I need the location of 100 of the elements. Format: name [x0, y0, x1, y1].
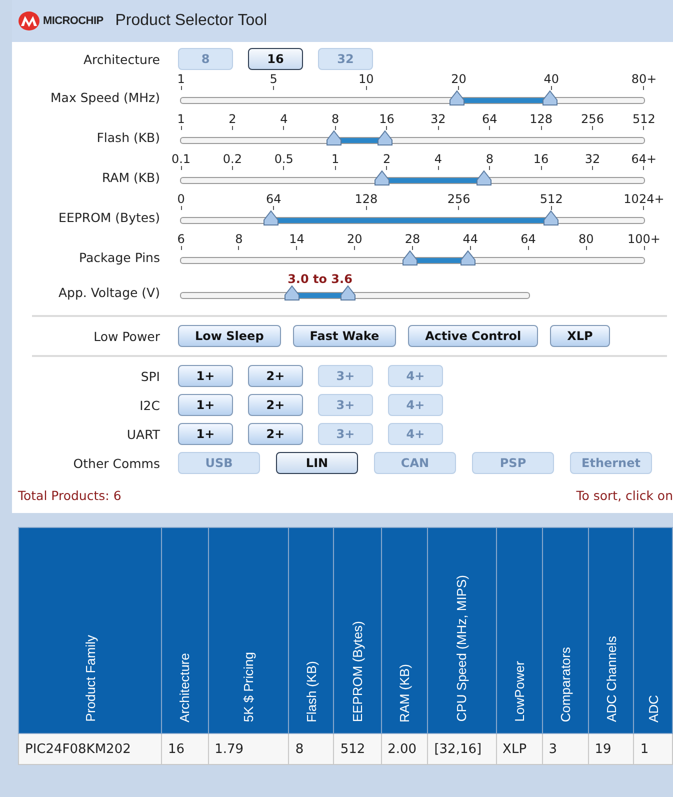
table-cell: 1	[634, 734, 672, 764]
column-header[interactable]: LowPower	[496, 528, 542, 734]
column-header[interactable]: Flash (KB)	[288, 528, 334, 734]
filter-label: Other Comms	[72, 456, 161, 470]
tick-label: 10	[358, 72, 374, 86]
tick-label: 128	[354, 192, 378, 206]
slider-thumb[interactable]	[460, 250, 476, 266]
column-header[interactable]: Architecture	[162, 528, 208, 734]
tick-label: 512	[540, 192, 563, 206]
tick-label: 20	[451, 72, 466, 86]
tick-label: 32	[430, 112, 446, 126]
tick-label: 0.2	[222, 152, 242, 166]
tick-label: 64	[520, 232, 536, 246]
filter-label: Architecture	[82, 52, 161, 66]
tick-label: 1	[177, 72, 185, 86]
filter-button[interactable]: Low Sleep	[178, 325, 281, 347]
filter-button[interactable]: Fast Wake	[292, 325, 396, 347]
filter-button[interactable]: 2+	[248, 423, 303, 445]
range-reading: 3.0 to 3.6	[288, 272, 352, 286]
tick-label: 1024+	[624, 192, 664, 206]
tick-label: 32	[584, 152, 600, 166]
slider-thumb[interactable]	[340, 285, 356, 301]
table-cell: 2.00	[381, 734, 428, 764]
tick-label: 8	[332, 112, 340, 126]
tick-label: 256	[447, 192, 470, 206]
filter-button[interactable]: Active Control	[408, 325, 538, 347]
tick-label: 8	[235, 232, 243, 246]
tick-label: 14	[289, 232, 304, 246]
filter-button[interactable]: 16	[248, 48, 303, 70]
slider-thumb[interactable]	[326, 130, 342, 146]
filter-button[interactable]: 1+	[178, 394, 233, 416]
filter-label: Flash (KB)	[96, 130, 161, 147]
tick-label: 44	[462, 232, 478, 246]
tick-label: 0	[177, 192, 185, 206]
table-cell: PIC24F08KM202	[18, 734, 162, 764]
tick-label: 64+	[631, 152, 657, 166]
logo-text: MICROCHIP	[43, 15, 104, 27]
tick-label: 80+	[631, 72, 657, 86]
tick-label: 1	[332, 152, 340, 166]
tick-label: 4	[434, 152, 442, 166]
slider-thumb[interactable]	[374, 170, 390, 186]
tick-label: 100+	[628, 232, 660, 246]
filter-button[interactable]: 1+	[178, 423, 233, 445]
column-header[interactable]: Comparators	[542, 528, 588, 734]
slider-thumb[interactable]	[263, 210, 280, 226]
filter-label: I2C	[138, 398, 161, 412]
table-cell: 512	[334, 734, 382, 764]
tick-label: 16	[533, 152, 549, 166]
tick-label: 64	[266, 192, 282, 206]
filter-label: RAM (KB)	[100, 170, 161, 187]
sort-hint: To sort, click on	[576, 488, 673, 503]
slider-thumb[interactable]	[542, 90, 558, 106]
column-header[interactable]: CPU Speed (MHz, MIPS)	[428, 528, 496, 734]
column-header[interactable]: 5K $ Pricing	[208, 528, 289, 734]
filter-label: Package Pins	[78, 250, 161, 267]
tick-label: 16	[379, 112, 394, 126]
slider-thumb[interactable]	[476, 170, 492, 186]
total-products: Total Products: 6	[18, 488, 122, 503]
table-cell: 8	[288, 734, 334, 764]
tick-label: 4	[280, 112, 288, 126]
tick-label: 80	[578, 232, 594, 246]
filter-label: EEPROM (Bytes)	[58, 210, 161, 227]
filter-label: Max Speed (MHz)	[50, 90, 161, 107]
column-header[interactable]: Product Family	[18, 528, 162, 734]
slider-thumb[interactable]	[402, 250, 418, 266]
filter-label: UART	[126, 426, 161, 442]
filter-button[interactable]: LIN	[276, 452, 358, 474]
window-title: Product Selector Tool	[115, 12, 268, 30]
tick-label: 28	[404, 232, 420, 246]
filter-button[interactable]: 2+	[248, 394, 303, 416]
column-header[interactable]: RAM (KB)	[381, 528, 428, 734]
tick-label: 40	[544, 72, 560, 86]
tick-label: 0.5	[274, 152, 294, 166]
tick-label: 6	[177, 232, 185, 246]
tick-label: 64	[482, 112, 498, 126]
column-header[interactable]: ADC	[634, 528, 672, 734]
tick-label: 512	[632, 112, 656, 126]
filter-button[interactable]: 2+	[248, 365, 303, 387]
logo-icon	[18, 11, 40, 31]
table-cell: 3	[542, 734, 588, 764]
filter-button[interactable]: XLP	[550, 325, 610, 347]
column-header[interactable]: EEPROM (Bytes)	[334, 528, 382, 734]
slider-thumb[interactable]	[376, 130, 393, 146]
table-cell: XLP	[496, 734, 542, 764]
column-header[interactable]: ADC Channels	[588, 528, 634, 734]
tick-label: 2	[228, 112, 236, 126]
tick-label: 20	[346, 232, 362, 246]
tick-label: 8	[486, 152, 494, 166]
tick-label: 5	[270, 72, 278, 86]
tick-label: 0.1	[171, 152, 191, 166]
slider-thumb[interactable]	[284, 285, 300, 301]
tick-label: 256	[581, 112, 604, 126]
filter-label: Low Power	[92, 328, 161, 344]
filter-button[interactable]: 1+	[178, 365, 233, 387]
slider-thumb[interactable]	[543, 210, 560, 226]
tick-label: 2	[382, 152, 391, 166]
table-cell: 16	[162, 734, 208, 764]
slider-thumb[interactable]	[448, 90, 465, 106]
filter-label: App. Voltage (V)	[57, 285, 161, 302]
filter-label: SPI	[140, 368, 161, 384]
